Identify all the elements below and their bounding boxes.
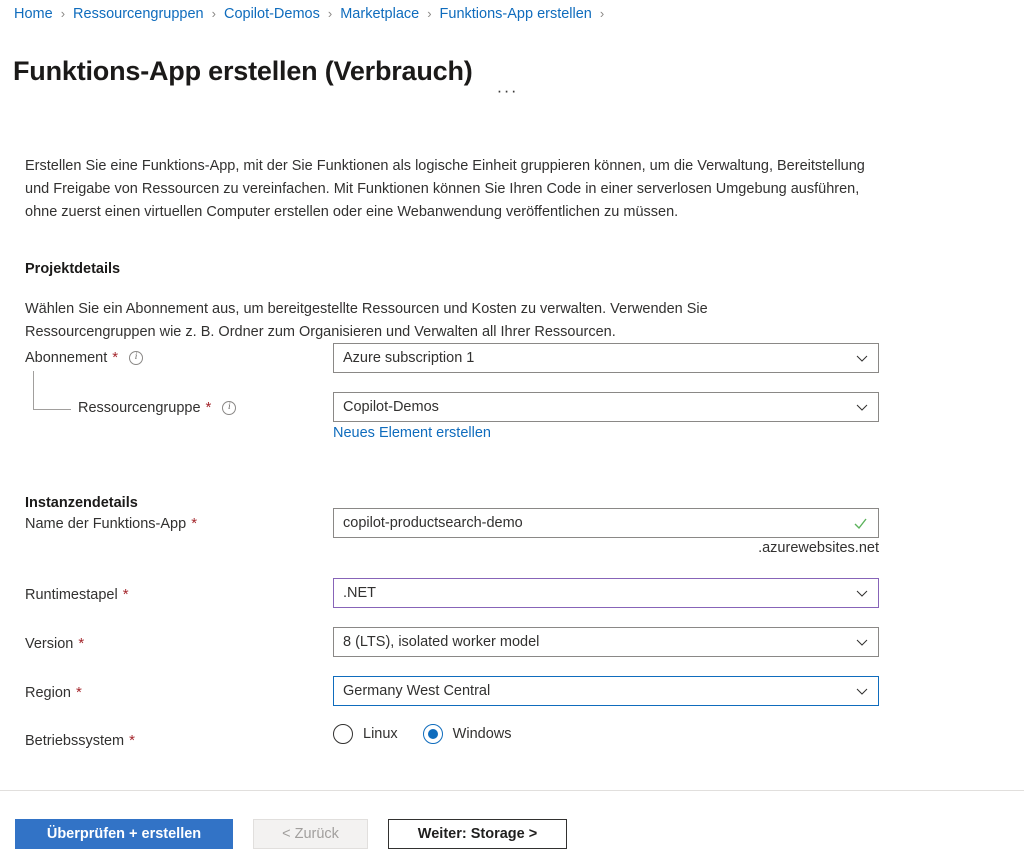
breadcrumb-separator: ›	[599, 6, 605, 21]
footer-actions: Überprüfen + erstellen < Zurück Weiter: …	[15, 819, 567, 849]
previous-button[interactable]: < Zurück	[253, 819, 368, 849]
required-asterisk: *	[78, 635, 85, 652]
label-operating-system-text: Betriebssystem	[25, 733, 125, 749]
label-runtime-stack: Runtimestapel *	[25, 585, 129, 605]
section-heading-project-details: Projektdetails	[25, 261, 121, 278]
info-icon[interactable]: i	[222, 401, 237, 415]
label-version: Version *	[25, 634, 84, 654]
breadcrumb-separator: ›	[60, 6, 66, 21]
chevron-down-icon	[856, 636, 868, 648]
intro-description: Erstellen Sie eine Funktions-App, mit de…	[25, 157, 865, 220]
radio-option-linux[interactable]: Linux	[333, 724, 398, 744]
review-and-create-button[interactable]: Überprüfen + erstellen	[15, 819, 233, 849]
label-operating-system: Betriebssystem *	[25, 731, 135, 751]
info-icon[interactable]: i	[129, 351, 144, 365]
region-value: Germany West Central	[343, 683, 491, 699]
label-version-text: Version	[25, 636, 74, 652]
chevron-down-icon	[856, 401, 868, 413]
required-asterisk: *	[205, 399, 212, 416]
create-new-resource-group-link[interactable]: Neues Element erstellen	[333, 424, 491, 442]
next-storage-button[interactable]: Weiter: Storage >	[388, 819, 567, 849]
breadcrumb-item-marketplace[interactable]: Marketplace	[339, 4, 420, 24]
function-app-name-value: copilot-productsearch-demo	[343, 515, 523, 531]
breadcrumb-separator: ›	[211, 6, 216, 21]
section-description-project-details: Wählen Sie ein Abonnement aus, um bereit…	[25, 300, 708, 340]
breadcrumb-item-copilot-demos[interactable]: Copilot-Demos	[223, 4, 321, 24]
chevron-down-icon	[856, 587, 868, 599]
region-dropdown[interactable]: Germany West Central	[333, 676, 879, 706]
create-function-app-page: Home › Ressourcengruppen › Copilot-Demos…	[0, 0, 1024, 862]
label-region: Region *	[25, 683, 82, 703]
radio-option-windows-label: Windows	[452, 726, 512, 742]
breadcrumb-item-resource-groups[interactable]: Ressourcengruppen	[72, 4, 205, 24]
label-subscription: Abonnement * i	[25, 348, 144, 368]
section-heading-instance-details: Instanzendetails	[25, 495, 138, 512]
function-app-name-suffix: .azurewebsites.net	[758, 540, 879, 556]
operating-system-radio-group: Linux Windows	[333, 724, 512, 744]
label-function-app-name: Name der Funktions-App *	[25, 514, 197, 534]
required-asterisk: *	[129, 732, 135, 749]
label-resource-group-text: Ressourcengruppe	[78, 400, 201, 416]
radio-circle-icon	[333, 724, 353, 744]
resource-group-dropdown[interactable]: Copilot-Demos	[333, 392, 879, 422]
required-asterisk: *	[122, 586, 129, 603]
runtime-stack-dropdown[interactable]: .NET	[333, 578, 879, 608]
radio-circle-selected-icon	[422, 724, 443, 744]
resource-group-value: Copilot-Demos	[343, 399, 439, 415]
required-asterisk: *	[112, 349, 119, 366]
breadcrumb-item-home[interactable]: Home	[13, 4, 54, 24]
label-runtime-stack-text: Runtimestapel	[25, 587, 118, 603]
subscription-value: Azure subscription 1	[343, 350, 475, 366]
version-dropdown[interactable]: 8 (LTS), isolated worker model	[333, 627, 879, 657]
page-title-row: Funktions-App erstellen (Verbrauch) ···	[13, 36, 518, 106]
more-actions-icon[interactable]: ···	[497, 81, 518, 101]
breadcrumb-separator: ›	[427, 6, 432, 21]
label-region-text: Region	[25, 685, 71, 701]
tree-connector	[33, 371, 71, 410]
label-function-app-name-text: Name der Funktions-App	[25, 516, 187, 532]
label-resource-group: Ressourcengruppe * i	[78, 398, 237, 418]
required-asterisk: *	[191, 515, 198, 532]
chevron-down-icon	[856, 352, 868, 364]
breadcrumb-item-create-function-app[interactable]: Funktions-App erstellen	[439, 4, 593, 24]
runtime-stack-value: .NET	[343, 585, 377, 601]
radio-option-windows[interactable]: Windows	[422, 724, 512, 744]
breadcrumb-separator: ›	[327, 6, 333, 21]
page-title: Funktions-App erstellen (Verbrauch)	[13, 56, 473, 87]
radio-option-linux-label: Linux	[363, 726, 398, 742]
breadcrumb: Home › Ressourcengruppen › Copilot-Demos…	[13, 4, 611, 24]
subscription-dropdown[interactable]: Azure subscription 1	[333, 343, 879, 373]
function-app-name-input[interactable]: copilot-productsearch-demo	[333, 508, 879, 538]
chevron-down-icon	[856, 685, 868, 697]
footer-divider	[0, 790, 1024, 791]
required-asterisk: *	[75, 684, 82, 701]
version-value: 8 (LTS), isolated worker model	[343, 634, 540, 650]
label-subscription-text: Abonnement	[25, 350, 108, 366]
valid-check-icon	[853, 516, 868, 531]
